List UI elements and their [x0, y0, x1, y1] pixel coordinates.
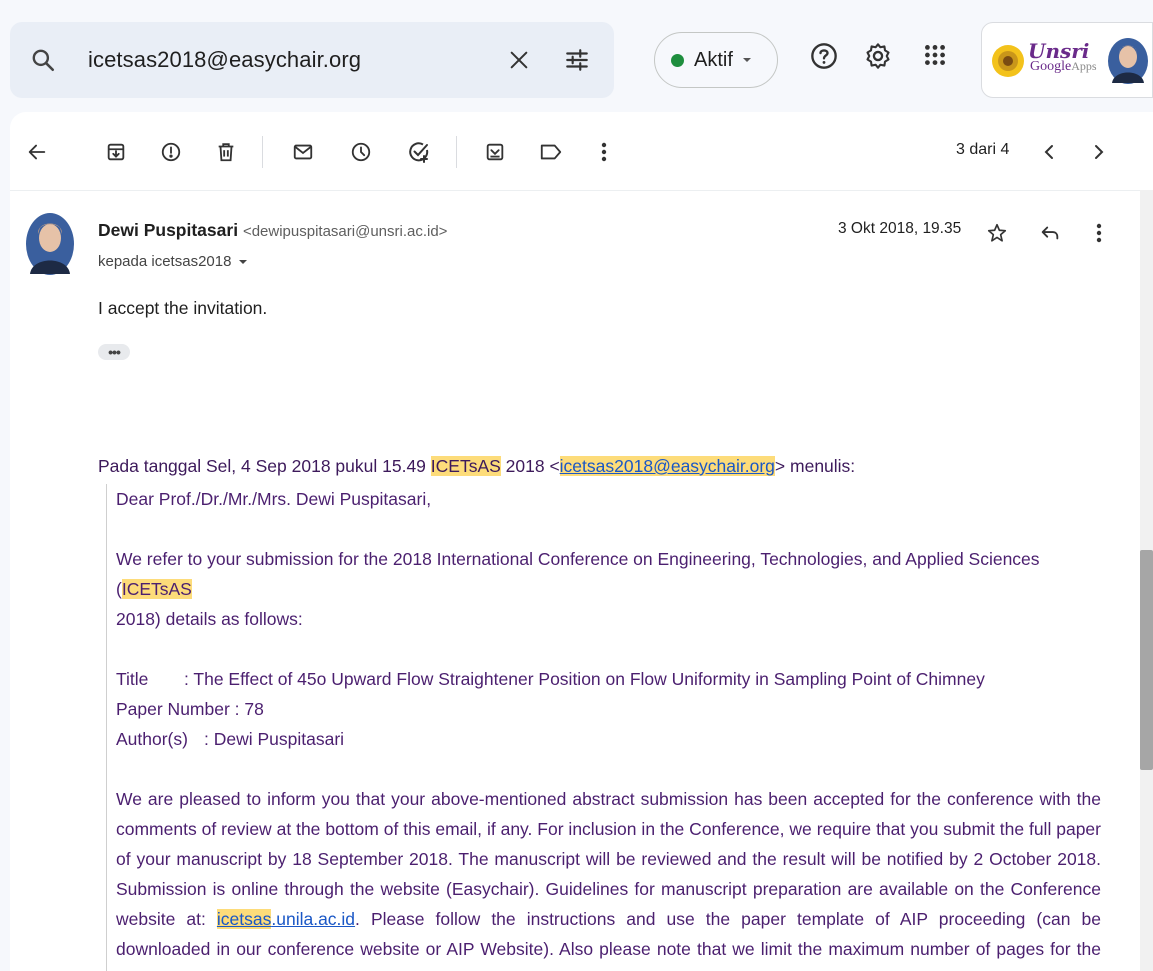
delete-icon[interactable]: [213, 139, 239, 165]
archive-icon[interactable]: [103, 139, 129, 165]
show-trimmed-content-button[interactable]: •••: [98, 344, 130, 360]
previous-icon[interactable]: [1036, 139, 1062, 165]
quoted-message: Dear Prof./Dr./Mr./Mrs. Dewi Puspitasari…: [106, 484, 1116, 971]
tune-icon[interactable]: [564, 47, 590, 73]
status-chip[interactable]: Aktif: [654, 32, 778, 88]
reference-paragraph: We refer to your submission for the 2018…: [116, 549, 1040, 629]
avatar[interactable]: [1106, 37, 1150, 85]
recipient-label: kepada icetsas2018: [98, 253, 232, 270]
snooze-icon[interactable]: [348, 139, 374, 165]
apps-icon[interactable]: [922, 42, 948, 68]
title-field: Title: The Effect of 45o Upward Flow Str…: [116, 669, 985, 689]
close-icon[interactable]: [508, 49, 530, 71]
message-body: I accept the invitation.: [98, 298, 268, 318]
quote-header: Pada tanggal Sel, 4 Sep 2018 pukul 15.49…: [98, 456, 856, 476]
scrollbar-thumb[interactable]: [1140, 550, 1153, 770]
message-date: 3 Okt 2018, 19.35: [838, 220, 962, 237]
add-task-icon[interactable]: [406, 139, 432, 165]
sender-email: <dewipuspitasari@unsri.ac.id>: [242, 223, 448, 240]
email-link[interactable]: icetsas2018@easychair.org: [559, 456, 775, 476]
org-logo: Unsri GoogleApps: [990, 39, 1100, 83]
search-bar[interactable]: icetsas2018@easychair.org: [10, 22, 614, 98]
search-icon[interactable]: [30, 47, 56, 73]
pagination-label: 3 dari 4: [956, 141, 1010, 158]
reply-icon[interactable]: [1039, 222, 1061, 244]
sender-name[interactable]: Dewi Puspitasari: [98, 220, 238, 240]
move-to-icon[interactable]: [482, 139, 508, 165]
settings-icon[interactable]: [864, 42, 892, 70]
mark-unread-icon[interactable]: [290, 139, 316, 165]
website-link-rest[interactable]: .unila.ac.id: [271, 909, 355, 929]
account-box[interactable]: Unsri GoogleApps: [981, 22, 1153, 98]
sender-line: Dewi Puspitasari <dewipuspitasari@unsri.…: [98, 220, 447, 241]
toolbar-divider: [456, 136, 457, 168]
acceptance-paragraph: We are pleased to inform you that your a…: [116, 789, 1101, 971]
toolbar-divider: [262, 136, 263, 168]
paper-number-field: Paper Number : 78: [116, 699, 264, 719]
status-dot: [671, 53, 684, 67]
back-icon[interactable]: [24, 139, 50, 165]
message-panel: 3 dari 4 Dewi Puspitasari <dewipuspitasa…: [10, 112, 1153, 971]
website-link[interactable]: icetsas: [216, 909, 272, 929]
more-icon[interactable]: [591, 139, 617, 165]
next-icon[interactable]: [1086, 139, 1112, 165]
status-label: Aktif: [694, 48, 733, 71]
greeting: Dear Prof./Dr./Mr./Mrs. Dewi Puspitasari…: [116, 489, 432, 509]
sender-avatar[interactable]: [24, 212, 76, 276]
recipient-details[interactable]: kepada icetsas2018: [98, 253, 249, 270]
top-bar: icetsas2018@easychair.org Aktif Unsri Go…: [0, 0, 1153, 110]
message-toolbar: 3 dari 4: [10, 112, 1153, 191]
help-icon[interactable]: [810, 42, 838, 70]
chevron-down-icon[interactable]: [237, 256, 249, 268]
report-spam-icon[interactable]: [158, 139, 184, 165]
more-icon[interactable]: [1096, 222, 1102, 244]
label-icon[interactable]: [538, 139, 564, 165]
chevron-down-icon: [741, 54, 753, 66]
star-icon[interactable]: [986, 222, 1008, 244]
author-field: Author(s): Dewi Puspitasari: [116, 729, 345, 749]
search-input[interactable]: icetsas2018@easychair.org: [88, 47, 361, 73]
